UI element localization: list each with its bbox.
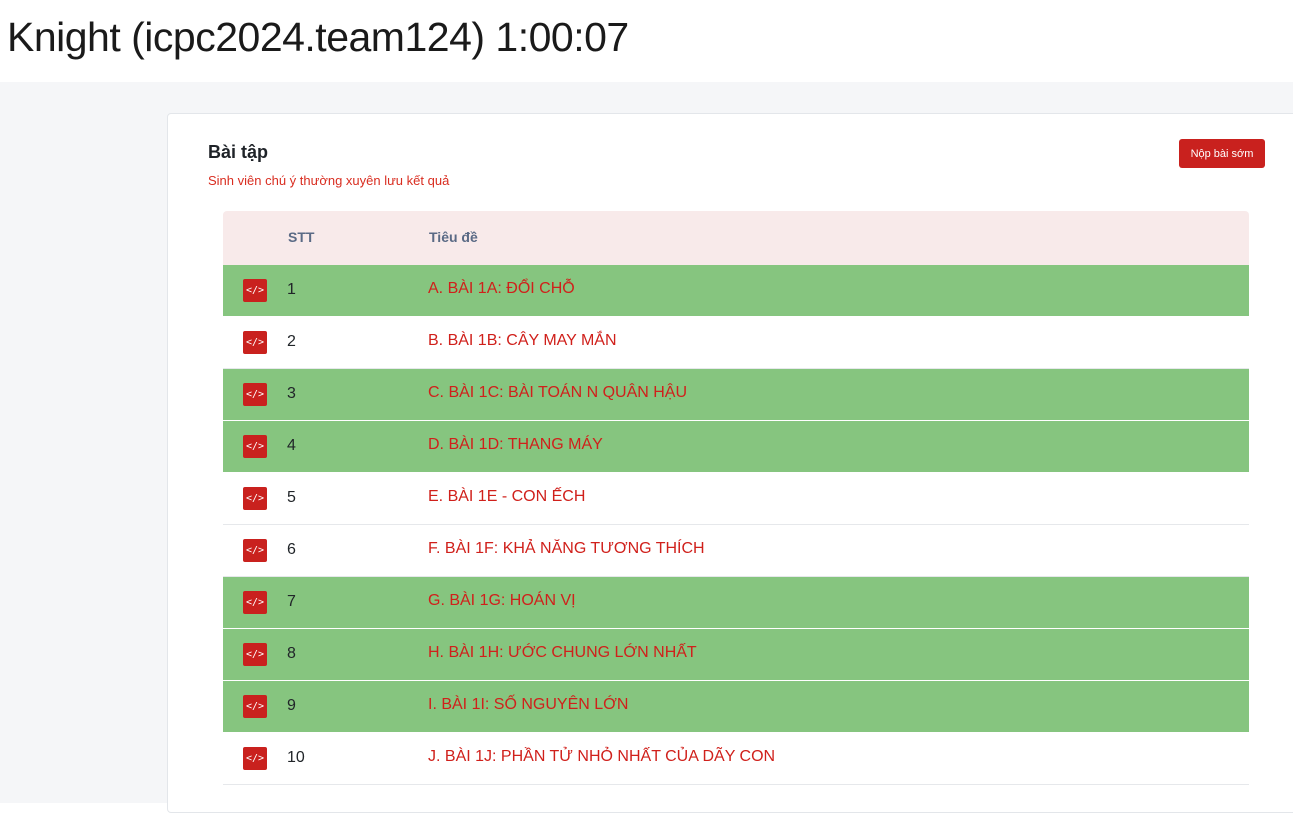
table-row: </> 7 G. BÀI 1G: HOÁN VỊ [223,577,1249,629]
code-icon[interactable]: </> [243,435,267,458]
problem-number: 1 [287,281,296,298]
table-row: </> 4 D. BÀI 1D: THANG MÁY [223,421,1249,473]
table-row: </> 5 E. BÀI 1E - CON ẾCH [223,473,1249,525]
problem-number: 9 [287,697,296,714]
problem-number: 5 [287,489,296,506]
code-icon[interactable]: </> [243,331,267,354]
column-header-stt: STT [288,229,315,245]
table-header: STT Tiêu đề [223,211,1249,265]
problem-title-link[interactable]: E. BÀI 1E - CON ẾCH [428,488,585,506]
code-icon[interactable]: </> [243,591,267,614]
problem-number: 8 [287,645,296,662]
problem-number: 6 [287,541,296,558]
table-row: </> 6 F. BÀI 1F: KHẢ NĂNG TƯƠNG THÍCH [223,525,1249,577]
table-row: </> 3 C. BÀI 1C: BÀI TOÁN N QUÂN HẬU [223,369,1249,421]
code-icon[interactable]: </> [243,695,267,718]
problem-title-link[interactable]: I. BÀI 1I: SỐ NGUYÊN LỚN [428,696,628,714]
code-icon[interactable]: </> [243,643,267,666]
problem-title-link[interactable]: H. BÀI 1H: ƯỚC CHUNG LỚN NHẤT [428,644,697,662]
table-row: </> 8 H. BÀI 1H: ƯỚC CHUNG LỚN NHẤT [223,629,1249,681]
table-row: </> 9 I. BÀI 1I: SỐ NGUYÊN LỚN [223,681,1249,733]
table-row: </> 2 B. BÀI 1B: CÂY MAY MẮN [223,317,1249,369]
problem-title-link[interactable]: A. BÀI 1A: ĐỔI CHỖ [428,280,575,298]
table-row: </> 10 J. BÀI 1J: PHẦN TỬ NHỎ NHẤT CỦA DÃY… [223,733,1249,785]
page-title: Knight (icpc2024.team124) 1:00:07 [7,14,629,60]
card-subtitle: Sinh viên chú ý thường xuyên lưu kết quả [208,173,450,188]
problem-title-link[interactable]: F. BÀI 1F: KHẢ NĂNG TƯƠNG THÍCH [428,540,705,558]
problem-number: 7 [287,593,296,610]
table-body: </> 1 A. BÀI 1A: ĐỔI CHỖ </> 2 B. BÀI 1B: CÂY… [223,265,1249,785]
code-icon[interactable]: </> [243,539,267,562]
problems-table: STT Tiêu đề </> 1 A. BÀI 1A: ĐỔI CHỖ </> 2 B.… [223,211,1249,785]
problem-title-link[interactable]: G. BÀI 1G: HOÁN VỊ [428,592,576,610]
problem-title-link[interactable]: B. BÀI 1B: CÂY MAY MẮN [428,332,617,350]
problem-number: 2 [287,333,296,350]
table-row: </> 1 A. BÀI 1A: ĐỔI CHỖ [223,265,1249,317]
card-title: Bài tập [208,142,269,162]
problem-title-link[interactable]: D. BÀI 1D: THANG MÁY [428,436,603,454]
problem-number: 3 [287,385,296,402]
code-icon[interactable]: </> [243,279,267,302]
code-icon[interactable]: </> [243,383,267,406]
problem-title-link[interactable]: C. BÀI 1C: BÀI TOÁN N QUÂN HẬU [428,384,687,402]
column-header-title: Tiêu đề [429,229,478,245]
problem-title-link[interactable]: J. BÀI 1J: PHẦN TỬ NHỎ NHẤT CỦA DÃY CON [428,748,775,766]
problem-number: 4 [287,437,296,454]
problems-card: Bài tập Sinh viên chú ý thường xuyên lưu… [167,113,1293,813]
code-icon[interactable]: </> [243,747,267,770]
top-bar: Knight (icpc2024.team124) 1:00:07 [0,0,1293,82]
problem-number: 10 [287,749,305,766]
code-icon[interactable]: </> [243,487,267,510]
submit-early-button[interactable]: Nộp bài sớm [1179,139,1265,168]
